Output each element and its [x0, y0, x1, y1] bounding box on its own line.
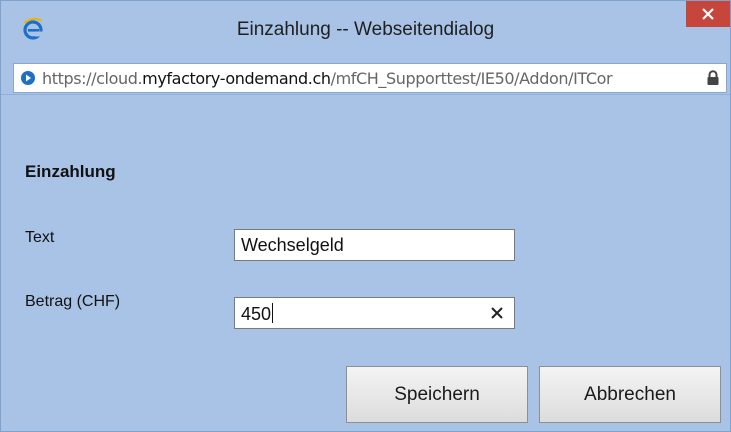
amount-field-value-wrap: 450 [241, 303, 274, 325]
url-host: myfactory-ondemand.ch [142, 69, 331, 88]
dialog-window: Einzahlung -- Webseitendialog https://cl… [0, 0, 731, 432]
title-bar: Einzahlung -- Webseitendialog [1, 1, 730, 61]
dialog-content: Einzahlung Text Wechselgeld Betrag (CHF)… [1, 94, 730, 432]
amount-field-value: 450 [241, 304, 272, 324]
form-heading: Einzahlung [25, 162, 116, 181]
close-icon [702, 8, 714, 20]
url-text: https://cloud.myfactory-ondemand.ch/mfCH… [42, 69, 700, 88]
text-field-value: Wechselgeld [241, 235, 344, 255]
close-button[interactable] [686, 1, 730, 27]
url-scheme: https:// [42, 69, 97, 88]
save-button[interactable]: Speichern [346, 366, 528, 423]
text-label: Text [25, 229, 55, 246]
cancel-button[interactable]: Abbrechen [539, 366, 721, 423]
address-bar[interactable]: https://cloud.myfactory-ondemand.ch/mfCH… [13, 63, 727, 93]
text-field[interactable]: Wechselgeld [234, 229, 515, 261]
text-caret [272, 303, 274, 323]
site-connection-icon [21, 71, 35, 85]
clear-icon[interactable] [488, 304, 506, 322]
url-path: /mfCH_Supporttest/IE50/Addon/ITCor [330, 69, 613, 88]
window-title: Einzahlung -- Webseitendialog [236, 19, 495, 40]
url-host-prefix: cloud. [96, 69, 143, 88]
amount-label: Betrag (CHF) [25, 293, 121, 310]
lock-icon [707, 70, 719, 85]
amount-field[interactable]: 450 [234, 297, 515, 329]
